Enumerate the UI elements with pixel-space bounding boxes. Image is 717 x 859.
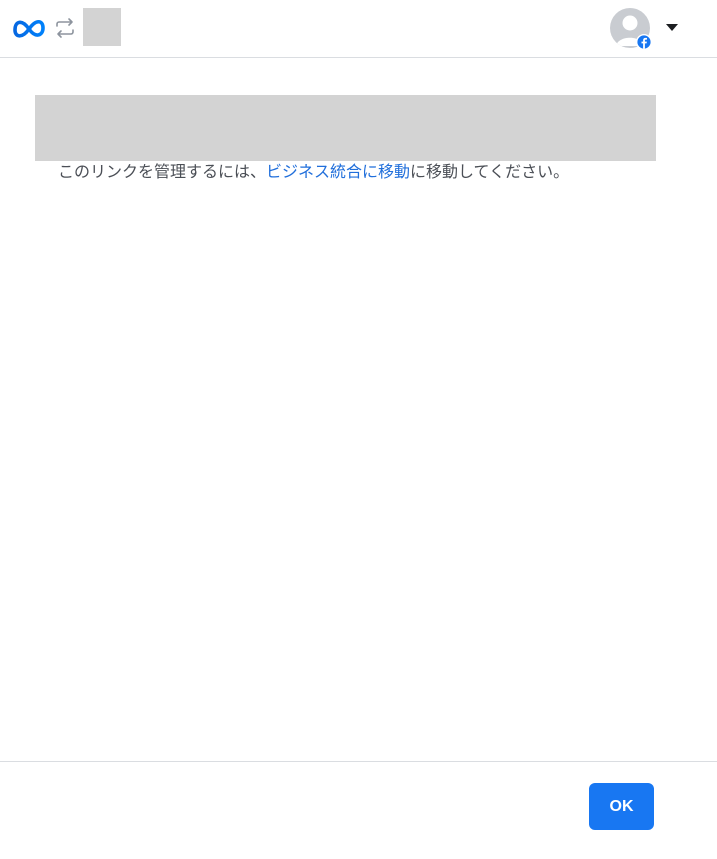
dialog-content: このリンクを管理するには、ビジネス統合に移動に移動してください。: [0, 59, 717, 761]
account-avatar-button[interactable]: [610, 8, 652, 50]
swap-arrows-icon: [56, 18, 74, 38]
facebook-badge-icon: [636, 34, 652, 50]
message-suffix: に移動してください。: [410, 162, 570, 181]
business-integrations-link[interactable]: ビジネス統合に移動: [266, 162, 410, 181]
meta-logo-icon: [13, 19, 45, 38]
manage-link-message: このリンクを管理するには、ビジネス統合に移動に移動してください。: [58, 160, 569, 184]
dialog-page: このリンクを管理するには、ビジネス統合に移動に移動してください。 OK: [0, 0, 717, 859]
app-image-placeholder: [83, 8, 121, 46]
caret-down-icon[interactable]: [666, 23, 678, 33]
message-prefix: このリンクを管理するには、: [58, 162, 267, 181]
header-bar: [0, 0, 717, 58]
redacted-banner: [35, 95, 656, 161]
dialog-footer: OK: [0, 761, 717, 859]
ok-button[interactable]: OK: [589, 783, 654, 830]
